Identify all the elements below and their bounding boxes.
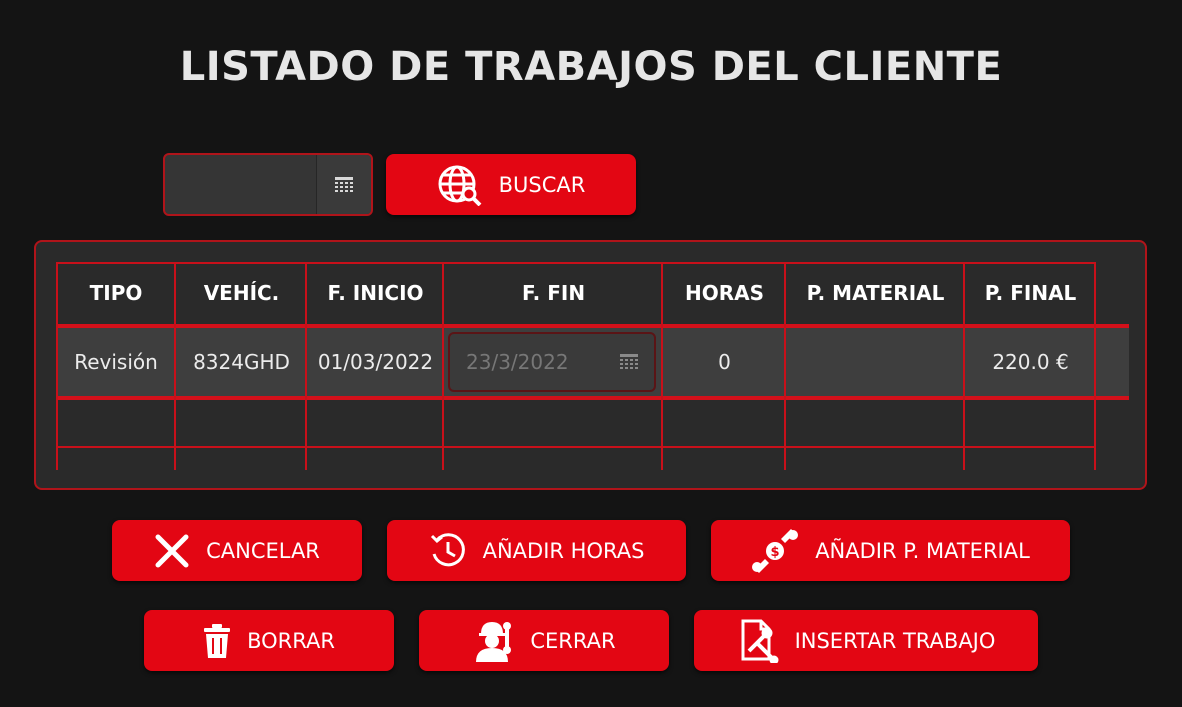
insert-job-button-label: INSERTAR TRABAJO — [794, 628, 996, 653]
add-material-price-button-label: AÑADIR P. MATERIAL — [815, 538, 1030, 563]
delete-button[interactable]: BORRAR — [144, 610, 394, 671]
clock-history-icon — [429, 532, 467, 570]
search-date-picker[interactable] — [163, 153, 373, 216]
grid-line — [56, 446, 1096, 448]
cell-tipo: Revisión — [74, 350, 158, 374]
page-title: LISTADO DE TRABAJOS DEL CLIENTE — [179, 44, 1003, 90]
svg-text:$: $ — [771, 545, 780, 560]
end-date-picker[interactable]: 23/3/2022 — [448, 332, 656, 392]
close-job-button[interactable]: CERRAR — [419, 610, 669, 671]
cell-vehiculo: 8324GHD — [193, 350, 290, 374]
cancel-button-label: CANCELAR — [206, 538, 320, 563]
mechanic-icon — [472, 620, 514, 662]
search-button-label: BUSCAR — [498, 172, 586, 197]
delete-button-label: BORRAR — [247, 628, 335, 653]
column-header-precio-final[interactable]: P. FINAL — [965, 262, 1096, 324]
close-icon — [154, 533, 190, 569]
cell-precio-material — [786, 328, 965, 396]
close-job-button-label: CERRAR — [530, 628, 616, 653]
insert-job-button[interactable]: INSERTAR TRABAJO — [694, 610, 1038, 671]
add-hours-button[interactable]: AÑADIR HORAS — [387, 520, 686, 581]
globe-search-icon — [437, 164, 483, 206]
cell-horas: 0 — [718, 350, 731, 374]
column-header-vehiculo[interactable]: VEHÍC. — [176, 262, 307, 324]
add-material-price-button[interactable]: $ AÑADIR P. MATERIAL — [711, 520, 1070, 581]
column-header-tipo[interactable]: TIPO — [56, 262, 176, 324]
wrench-money-icon: $ — [751, 528, 799, 573]
add-hours-button-label: AÑADIR HORAS — [482, 538, 645, 563]
calendar-icon[interactable] — [316, 155, 371, 214]
search-date-field[interactable] — [165, 155, 316, 214]
column-header-horas[interactable]: HORAS — [663, 262, 786, 324]
document-tools-icon — [737, 619, 779, 663]
column-header-fecha-inicio[interactable]: F. INICIO — [307, 262, 444, 324]
column-header-precio-material[interactable]: P. MATERIAL — [786, 262, 965, 324]
search-button[interactable]: BUSCAR — [386, 154, 636, 215]
cell-fecha-inicio: 01/03/2022 — [317, 350, 434, 374]
column-header-fecha-fin[interactable]: F. FIN — [444, 262, 663, 324]
jobs-table: TIPO VEHÍC. F. INICIO F. FIN HORAS P. MA… — [34, 240, 1147, 490]
cell-precio-final: 220.0 € — [992, 350, 1069, 374]
trash-icon — [203, 623, 231, 658]
cancel-button[interactable]: CANCELAR — [112, 520, 362, 581]
end-date-value[interactable]: 23/3/2022 — [450, 350, 604, 374]
calendar-icon[interactable] — [604, 354, 654, 370]
